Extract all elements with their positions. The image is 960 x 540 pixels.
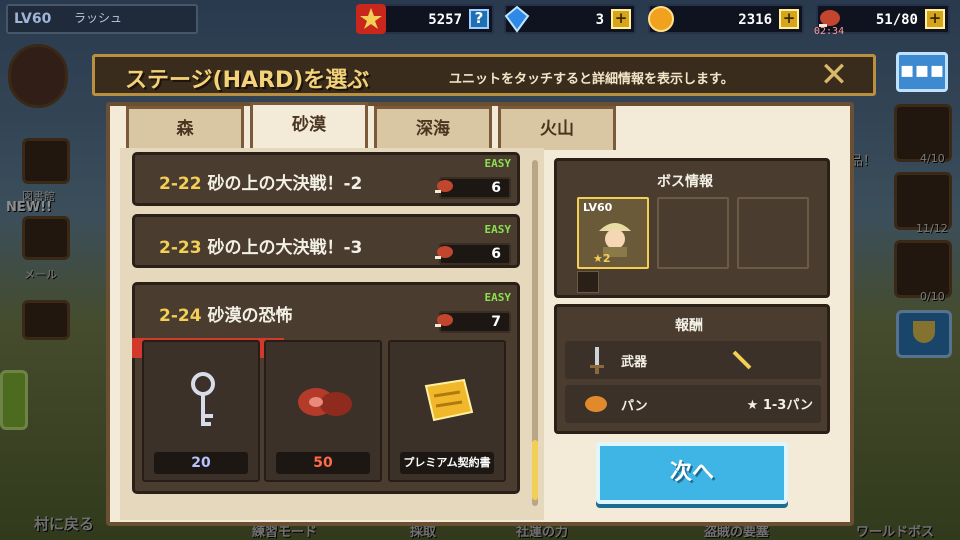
gold-coin-icon [646,4,676,34]
reward-row-weapon: 武器 [565,341,821,379]
cost-value: 6 [491,180,501,196]
chat-button[interactable]: ▪▪▪ [896,52,948,92]
stage-code: 2-22 [159,174,202,194]
gem-resource: 3 + [504,4,636,34]
gold-add-button[interactable]: + [779,9,799,29]
stamina-timer: 02:34 [814,26,845,37]
key-icon [191,372,215,426]
reward-key-value: 20 [154,452,248,474]
title-banner: ステージ(HARD)を選ぶ ユニットをタッチすると詳細情報を表示します。 ✕ [92,54,876,96]
boss-slot[interactable]: LV60 ★2 [577,197,649,269]
player-level: LV60 [14,11,52,27]
boss-slot-empty [737,197,809,269]
difficulty-label: EASY [484,157,512,170]
weapon-item-icon [732,350,752,370]
stage-item[interactable]: 2-22 砂の上の大決戦！-2 EASY 6 [132,152,520,206]
stage-code: 2-23 [159,238,202,258]
reward-row-bread: パン ★ 1-3パン [565,385,821,423]
gem-add-button[interactable]: + [611,9,631,29]
meat-icon [435,246,453,259]
tab-forest[interactable]: 森 [126,106,244,150]
stage-name: 砂の上の大決戦！-3 [207,238,363,258]
stage-title: 2-22 砂の上の大決戦！-2 [159,169,362,194]
reward-card-meat[interactable]: 50 [264,340,382,482]
reward-contract-value: プレミアム契約書 [400,452,494,474]
tab-deep-sea[interactable]: 深海 [374,106,492,150]
boss-portrait-icon [599,223,631,257]
sword-icon [590,347,604,374]
player-level-box[interactable]: LV60 ラッシュ [6,4,198,34]
boss-info-panel: ボス情報 LV60 ★2 [554,158,830,298]
stage-title: 2-24 砂漠の恐怖 [159,301,292,326]
banner-subtitle: ユニットをタッチすると詳細情報を表示します。 [449,72,734,87]
rank-resource: 5257 ? [356,4,494,34]
star-rank-icon [356,4,386,34]
meat-icon [435,180,453,193]
stamina-cost: 7 [435,311,511,333]
boss-stars: ★2 [593,252,611,265]
chat-icon: ▪▪▪ [899,58,945,83]
difficulty-label: EASY [484,223,512,236]
stamina-cost: 6 [435,243,511,265]
close-button[interactable]: ✕ [817,58,851,93]
rank-help-button[interactable]: ? [469,9,489,29]
cost-value: 7 [491,314,501,330]
top-bar: LV60 ラッシュ 5257 ? 3 + 2316 + 51/80 + 02:3… [0,0,960,37]
rank-value: 5257 [428,12,462,28]
boss-info-title: ボス情報 [657,174,713,190]
gem-icon [502,4,532,34]
gold-value: 2316 [738,12,772,28]
contract-scroll-icon [424,378,474,422]
stage-list-scrollbar[interactable] [532,160,538,506]
gold-resource: 2316 + [648,4,804,34]
page-title: ステージ(HARD)を選ぶ [125,68,370,93]
reward-card-key[interactable]: 20 [142,340,260,482]
stage-code: 2-24 [159,306,202,326]
gem-value: 3 [595,12,604,28]
player-name: ラッシュ [74,11,123,25]
reward-bread-label: パン [621,399,648,414]
reward-info-panel: 報酬 武器 パン ★ 1-3パン [554,304,830,434]
boss-slot-empty [657,197,729,269]
cost-value: 6 [491,246,501,262]
reward-card-contract[interactable]: プレミアム契約書 [388,340,506,482]
reward-weapon-label: 武器 [621,355,648,370]
stage-name: 砂の上の大決戦！-2 [207,174,363,194]
scrollbar-thumb[interactable] [532,440,538,500]
reward-info-title: 報酬 [675,318,703,334]
tab-volcano[interactable]: 火山 [498,106,616,150]
stamina-add-button[interactable]: + [925,9,945,29]
meat-icon [298,388,352,416]
difficulty-label: EASY [484,291,512,304]
stage-title: 2-23 砂の上の大決戦！-3 [159,233,362,258]
tab-desert[interactable]: 砂漠 [250,102,368,152]
next-button[interactable]: 次へ [596,442,788,504]
reward-bread-value: ★ 1-3パン [746,398,813,413]
game-screen: 図書館 NEW!! メール 村に戻る 練習モード 採取 社運の力 盗賊の要塞 ワ… [0,0,960,540]
reward-meat-value: 50 [276,452,370,474]
boss-level: LV60 [583,201,613,214]
boss-weapon-icon [577,271,599,293]
meat-icon [435,314,453,327]
stamina-value: 51/80 [875,12,918,28]
bread-icon [585,396,607,412]
stamina-cost: 6 [435,177,511,199]
stage-item[interactable]: 2-23 砂の上の大決戦！-3 EASY 6 [132,214,520,268]
stage-name: 砂漠の恐怖 [207,306,293,326]
